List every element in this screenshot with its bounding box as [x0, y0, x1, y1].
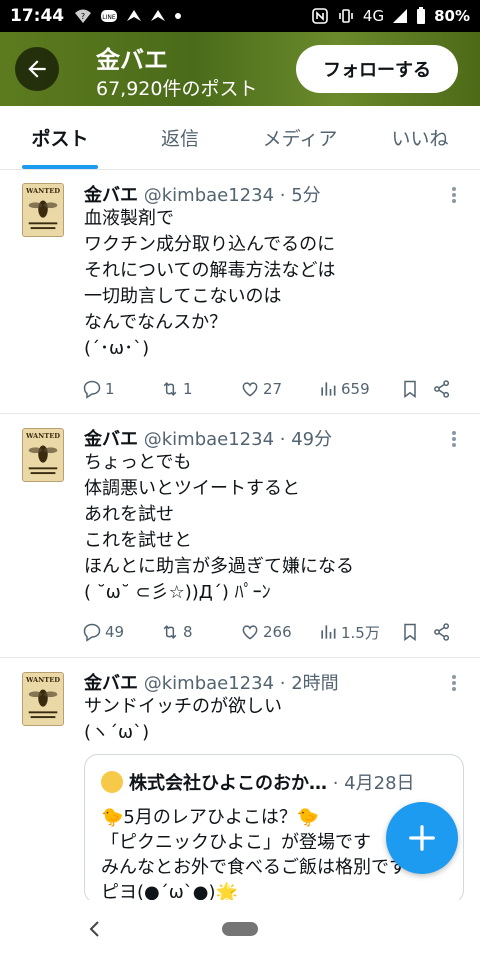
repost-button[interactable]: 1 — [160, 379, 240, 399]
battery-level: 80% — [434, 7, 470, 25]
heart-icon — [242, 625, 258, 640]
tab-likes[interactable]: いいね — [360, 106, 480, 169]
author-name[interactable]: 金バエ — [84, 673, 138, 694]
battery-icon — [417, 7, 426, 24]
wifi-question-icon: ? — [75, 9, 92, 23]
share-icon — [434, 623, 450, 641]
bookmark-icon — [404, 380, 416, 398]
dot-icon — [175, 13, 182, 19]
tweet[interactable]: WANTED 金バエ @kimbae1234 · 49分 ちょっとでも 体調悪い… — [0, 414, 480, 658]
views-button[interactable]: 659 — [318, 379, 400, 399]
tweet-text: 血液製剤で ワクチン成分取り込んでるのに それについての解毒方法などは 一切助言… — [84, 208, 336, 359]
system-nav-bar — [0, 900, 480, 960]
bookmark-icon — [404, 623, 416, 641]
view-count: 1.5万 — [341, 623, 380, 642]
plus-icon — [409, 825, 435, 851]
back-button[interactable] — [15, 47, 59, 91]
author-name[interactable]: 金バエ — [84, 185, 138, 206]
tweet-time[interactable]: · 2時間 — [280, 673, 339, 694]
signal-icon — [393, 9, 408, 23]
repost-count: 8 — [183, 623, 193, 641]
status-bar: 17:44 ? LINE 4G 80% — [0, 0, 480, 32]
tweet-header: 金バエ @kimbae1234 · 2時間 — [84, 669, 339, 695]
profile-header: 金バエ 67,920件のポスト フォローする — [0, 32, 480, 106]
tab-posts[interactable]: ポスト — [0, 106, 120, 169]
heart-icon — [242, 382, 258, 397]
line-app-icon: LINE — [101, 10, 118, 22]
reply-icon — [83, 380, 101, 399]
nav-back-icon[interactable] — [88, 918, 102, 940]
tab-replies[interactable]: 返信 — [120, 106, 240, 169]
more-options-icon[interactable] — [450, 185, 458, 205]
author-handle[interactable]: @kimbae1234 — [144, 673, 274, 694]
svg-text:WANTED: WANTED — [25, 187, 60, 195]
vibrate-icon — [339, 9, 353, 23]
repost-count: 1 — [183, 380, 193, 398]
like-button[interactable]: 27 — [240, 379, 318, 399]
repost-icon — [163, 382, 177, 396]
tweet[interactable]: WANTED 金バエ @kimbae1234 · 5分 血液製剤で ワクチン成分… — [0, 171, 480, 414]
avatar[interactable]: WANTED — [22, 183, 64, 237]
more-options-icon[interactable] — [450, 429, 458, 449]
nav-home-pill[interactable] — [222, 922, 258, 936]
quoted-tweet-text: 🐤5月のレアひよこは？🐤 「ピクニックひよこ」が登場です みんなとお外で食べるご… — [101, 807, 407, 903]
quoted-author-name[interactable]: 株式会社ひよこのおか… — [129, 773, 327, 794]
like-count: 266 — [263, 623, 292, 641]
more-options-icon[interactable] — [450, 673, 458, 693]
tweet-text: ちょっとでも 体調悪いとツイートすると あれを試せ これを試せと ほんとに助言が… — [84, 452, 354, 603]
reply-count: 49 — [105, 623, 125, 641]
profile-name: 金バエ — [96, 46, 168, 74]
reply-count: 1 — [105, 380, 115, 398]
tweet-header: 金バエ @kimbae1234 · 49分 — [84, 425, 332, 451]
bookmark-button[interactable] — [400, 622, 432, 642]
tweet-text: サンドイッチのが欲しい (ヽ´ω`) — [84, 696, 282, 743]
tweet-time[interactable]: · 49分 — [280, 429, 332, 450]
nfc-icon — [312, 8, 328, 24]
wanted-poster-fly-image: WANTED — [23, 673, 63, 725]
avatar[interactable]: WANTED — [22, 672, 64, 726]
views-chart-icon — [321, 625, 336, 639]
author-handle[interactable]: @kimbae1234 — [144, 185, 274, 206]
send-icon — [127, 10, 142, 21]
wanted-poster-fly-image: WANTED — [23, 184, 63, 236]
chick-avatar-icon — [101, 771, 123, 793]
send-icon — [151, 10, 166, 21]
post-count: 67,920件のポスト — [96, 78, 258, 100]
views-chart-icon — [321, 382, 336, 396]
share-button[interactable] — [432, 379, 456, 399]
author-name[interactable]: 金バエ — [84, 429, 138, 450]
author-handle[interactable]: @kimbae1234 — [144, 429, 274, 450]
network-type: 4G — [362, 7, 385, 25]
compose-button[interactable] — [386, 802, 458, 874]
bookmark-button[interactable] — [400, 379, 432, 399]
reply-button[interactable]: 49 — [82, 622, 160, 642]
tweet-actions: 49 8 266 1.5万 — [82, 620, 458, 644]
like-button[interactable]: 266 — [240, 622, 318, 642]
share-icon — [434, 380, 450, 398]
like-count: 27 — [263, 380, 283, 398]
clock: 17:44 — [10, 6, 65, 26]
repost-icon — [163, 625, 177, 639]
svg-text:WANTED: WANTED — [25, 676, 60, 684]
follow-button[interactable]: フォローする — [296, 45, 458, 93]
quoted-tweet-header: 株式会社ひよこのおか… · 4月28日 — [101, 769, 415, 795]
tab-media[interactable]: メディア — [240, 106, 360, 169]
arrow-left-icon — [28, 60, 46, 78]
tweet-time[interactable]: · 5分 — [280, 185, 321, 206]
reply-button[interactable]: 1 — [82, 379, 160, 399]
svg-text:?: ? — [81, 12, 85, 21]
svg-text:LINE: LINE — [102, 14, 116, 21]
tweet-actions: 1 1 27 659 — [82, 377, 458, 401]
svg-text:WANTED: WANTED — [25, 432, 60, 440]
repost-button[interactable]: 8 — [160, 622, 240, 642]
quoted-tweet-date: · 4月28日 — [332, 773, 415, 794]
views-button[interactable]: 1.5万 — [318, 622, 400, 643]
reply-icon — [83, 623, 101, 642]
tweet-header: 金バエ @kimbae1234 · 5分 — [84, 181, 321, 207]
profile-tabs: ポスト 返信 メディア いいね — [0, 106, 480, 170]
wanted-poster-fly-image: WANTED — [23, 429, 63, 481]
share-button[interactable] — [432, 622, 456, 642]
avatar[interactable]: WANTED — [22, 428, 64, 482]
view-count: 659 — [341, 380, 370, 398]
